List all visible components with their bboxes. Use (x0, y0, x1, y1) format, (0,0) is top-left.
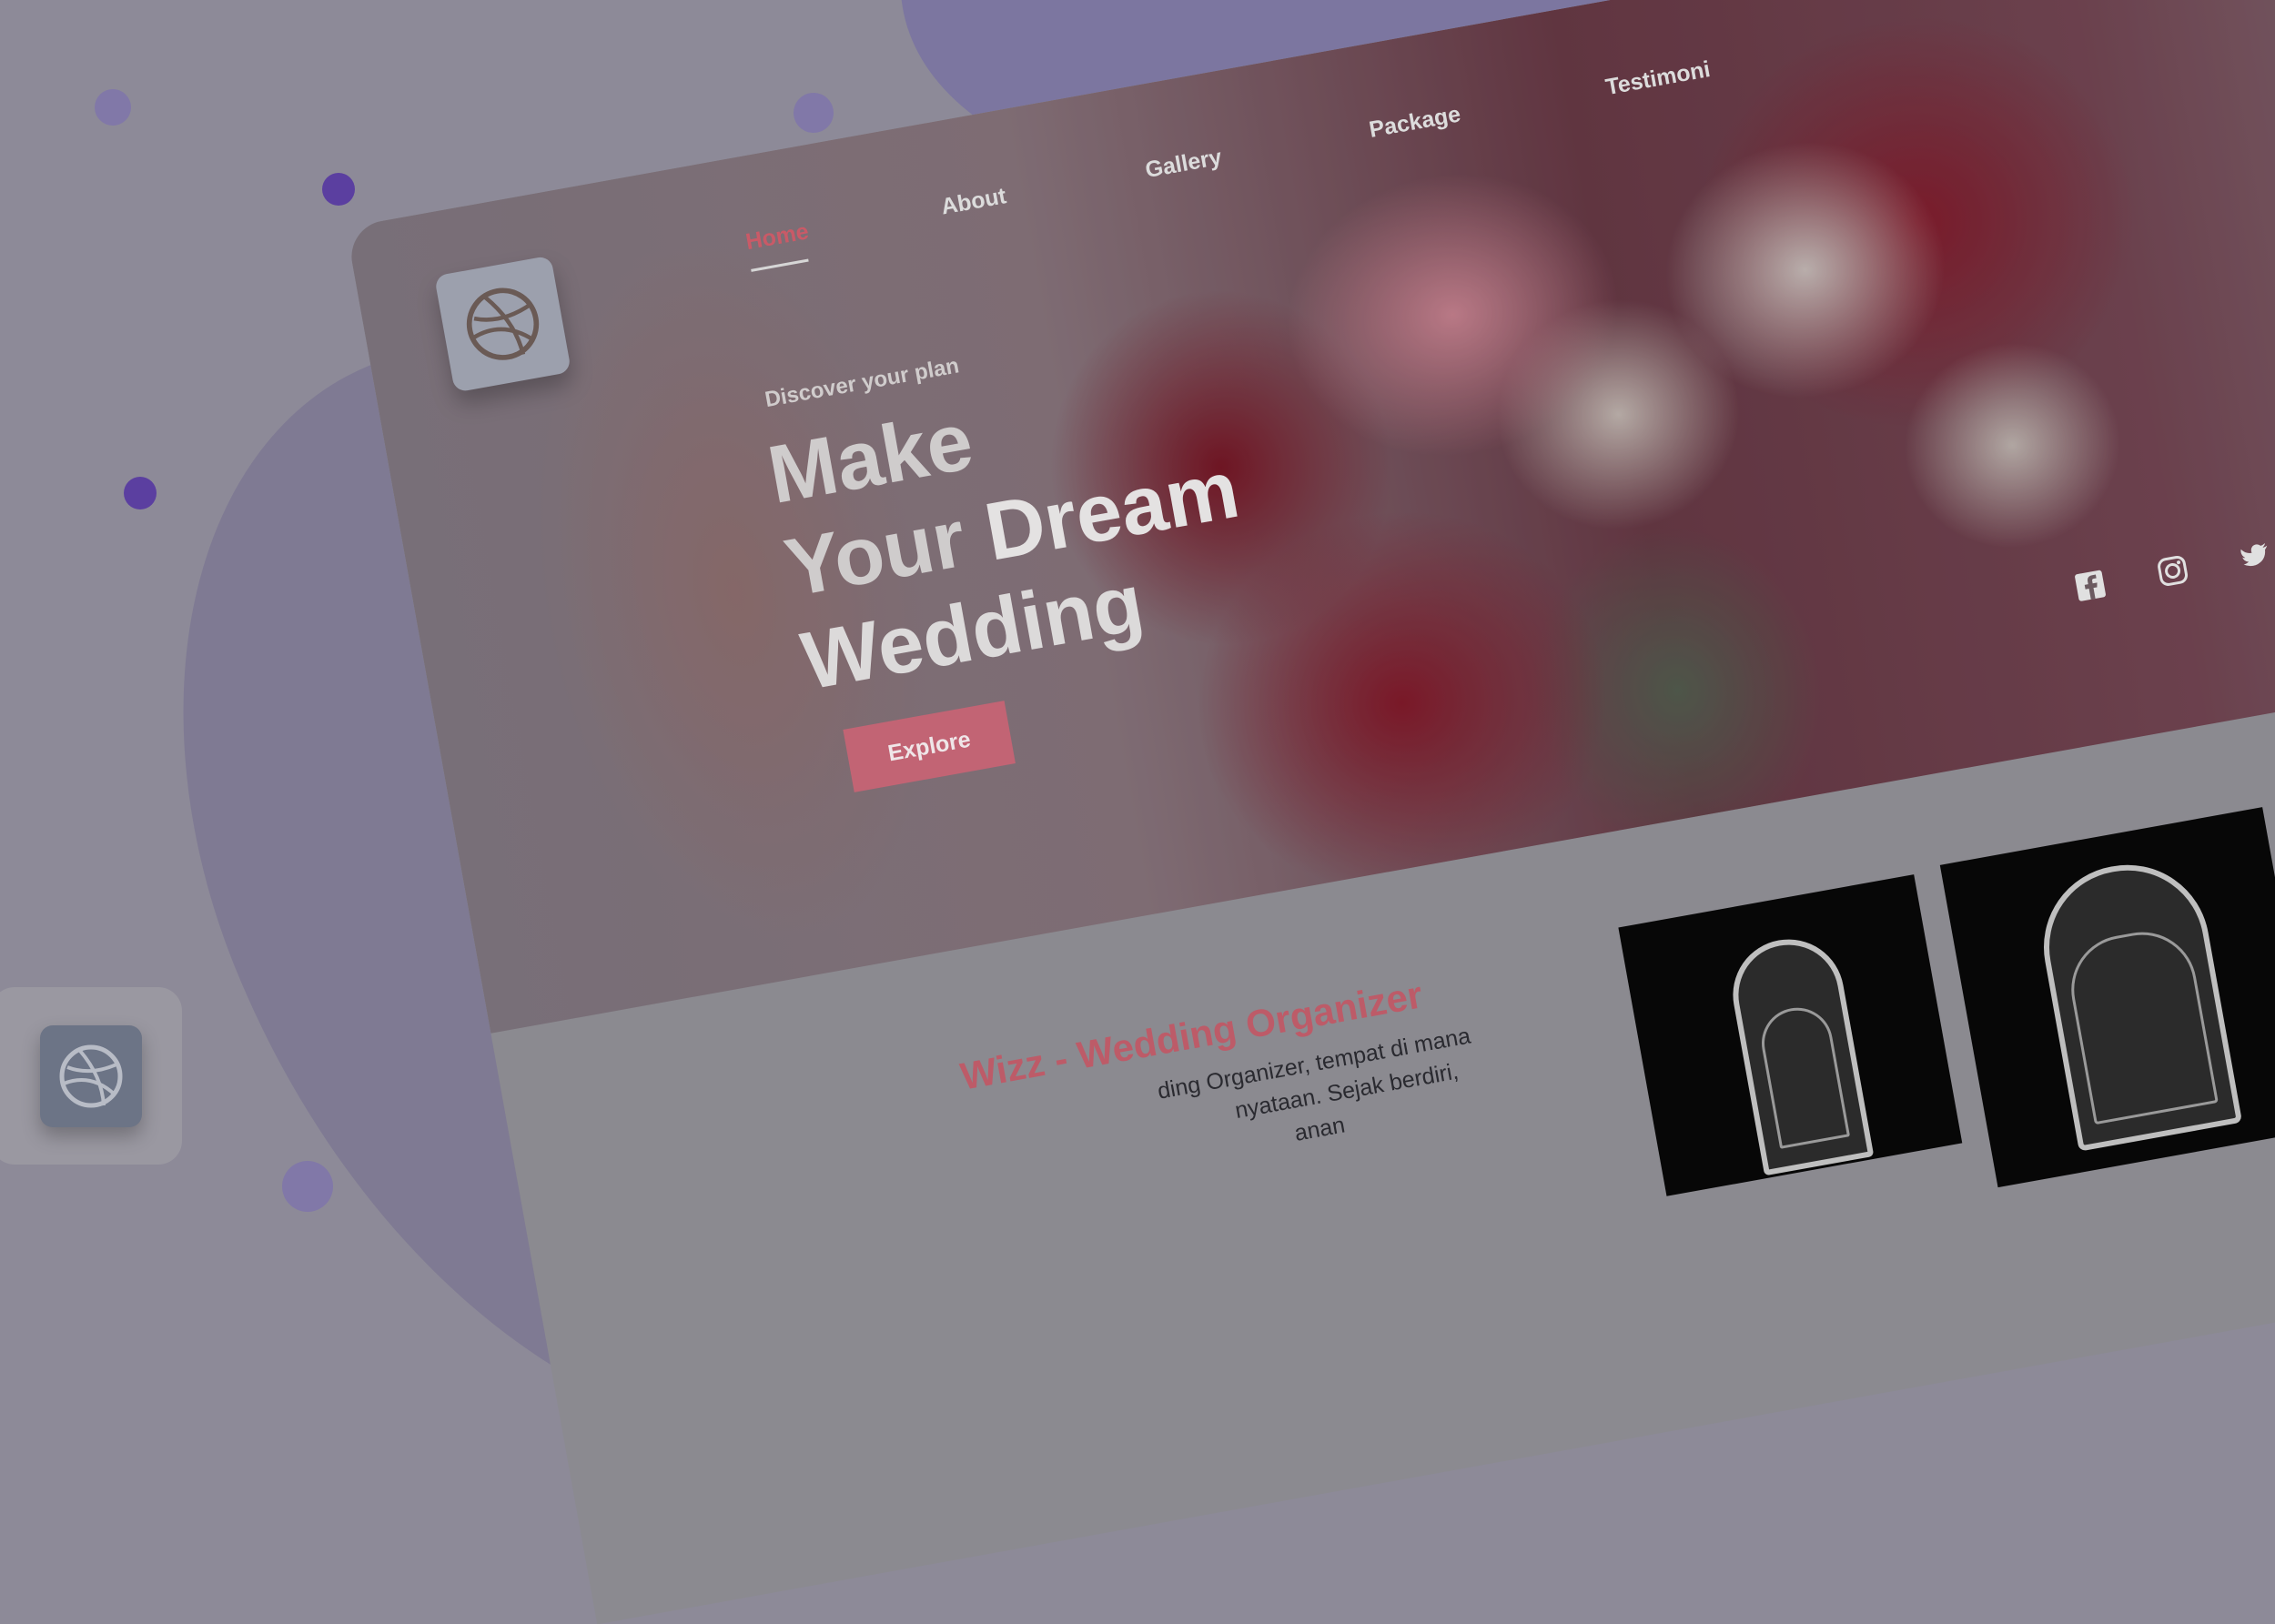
dribbble-icon (59, 1044, 123, 1108)
facebook-icon-glyph (2075, 570, 2106, 601)
site-logo[interactable] (434, 255, 572, 393)
stained-glass-window (2030, 852, 2243, 1152)
dribbble-icon (466, 287, 540, 360)
decor-dot (794, 93, 834, 133)
gallery-photo-2[interactable] (1939, 807, 2275, 1188)
dribbble-logo (40, 1025, 142, 1127)
website-mockup: Home About Gallery Package Testimoni Dis… (346, 0, 2275, 1624)
decor-dot (95, 89, 131, 126)
decor-dot (282, 1161, 333, 1212)
facebook-icon[interactable] (2072, 568, 2108, 603)
decor-dot (322, 173, 355, 206)
twitter-icon[interactable] (2237, 538, 2272, 573)
instagram-icon[interactable] (2155, 553, 2190, 589)
twitter-icon-glyph (2240, 543, 2268, 567)
gallery-photo-1[interactable] (1618, 874, 1963, 1196)
stained-glass-window (1724, 930, 1875, 1176)
instagram-icon-glyph (2158, 555, 2189, 586)
decor-dot (124, 477, 157, 509)
